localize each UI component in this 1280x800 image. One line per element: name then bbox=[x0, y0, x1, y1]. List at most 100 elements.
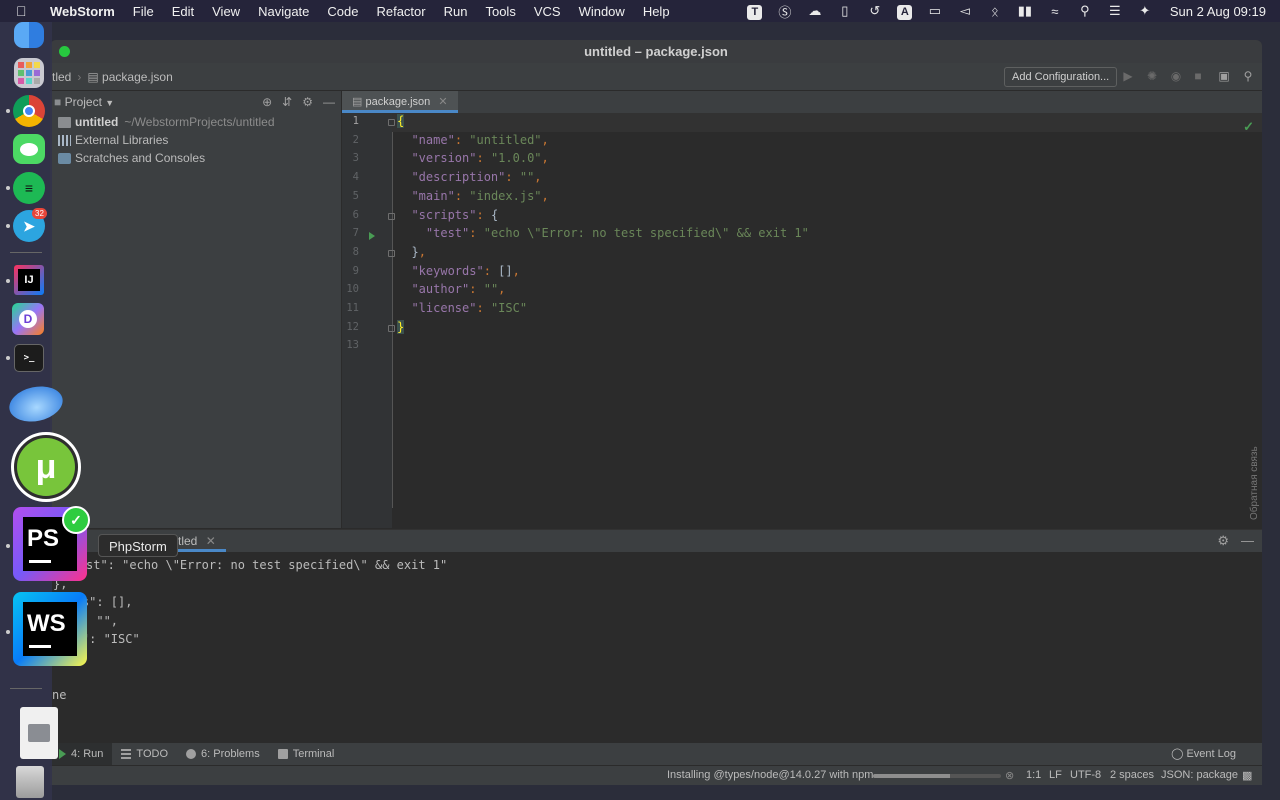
time-machine-icon[interactable]: ↺ bbox=[860, 3, 890, 19]
tree-item-scratches[interactable]: Scratches and Consoles bbox=[50, 149, 341, 167]
lock-icon[interactable]: ▩ bbox=[1242, 769, 1252, 782]
close-tab-icon[interactable]: ✕ bbox=[206, 534, 216, 548]
menu-clock[interactable]: Sun 2 Aug 09:19 bbox=[1170, 4, 1266, 19]
fold-icon[interactable] bbox=[388, 324, 395, 332]
search-everywhere-icon[interactable]: ⚲ bbox=[1240, 69, 1256, 85]
json-schema[interactable]: JSON: package bbox=[1161, 769, 1238, 781]
menu-vcs[interactable]: VCS bbox=[525, 4, 570, 19]
fold-icon[interactable] bbox=[388, 249, 395, 257]
code-line[interactable]: "name": "untitled", bbox=[397, 133, 548, 147]
tool-run[interactable]: 4: Run bbox=[50, 743, 113, 765]
menu-file[interactable]: File bbox=[124, 4, 163, 19]
spotify-icon[interactable]: ≡ bbox=[13, 172, 45, 204]
line-number[interactable]: 11 bbox=[342, 302, 359, 314]
menu-navigate[interactable]: Navigate bbox=[249, 4, 318, 19]
cloud-icon[interactable]: ☁ bbox=[800, 3, 830, 19]
volume-icon[interactable]: ◅ bbox=[950, 3, 980, 19]
line-number[interactable]: 1 bbox=[342, 115, 359, 127]
chrome-icon[interactable] bbox=[13, 95, 45, 127]
menu-help[interactable]: Help bbox=[634, 4, 679, 19]
stop-icon[interactable]: ■ bbox=[1190, 69, 1206, 85]
line-number[interactable]: 3 bbox=[342, 152, 359, 164]
document-icon[interactable] bbox=[20, 707, 58, 759]
spotlight-icon[interactable]: ⚲ bbox=[1070, 3, 1100, 19]
line-number[interactable]: 13 bbox=[342, 339, 359, 351]
feedback-stripe[interactable]: Обратная связь bbox=[1249, 420, 1263, 520]
menu-run[interactable]: Run bbox=[435, 4, 477, 19]
code-line[interactable]: }, bbox=[397, 245, 425, 259]
hide-panel-icon[interactable]: — bbox=[323, 95, 335, 109]
line-number[interactable]: 12 bbox=[342, 321, 359, 333]
trash-icon[interactable] bbox=[16, 766, 44, 798]
fold-icon[interactable] bbox=[388, 119, 395, 126]
terminal-icon[interactable]: >_ bbox=[14, 344, 44, 372]
display-icon[interactable]: ▭ bbox=[920, 3, 950, 19]
code-line[interactable]: "description": "", bbox=[397, 170, 541, 184]
code-line[interactable]: "test": "echo \"Error: no test specified… bbox=[397, 226, 809, 240]
background-task-text[interactable]: Installing @types/node@14.0.27 with npm.… bbox=[667, 769, 883, 781]
webstorm-icon[interactable]: WS bbox=[13, 592, 87, 666]
line-number[interactable]: 4 bbox=[342, 171, 359, 183]
file-encoding[interactable]: UTF-8 bbox=[1070, 769, 1101, 781]
locate-file-icon[interactable]: ⊕ bbox=[262, 95, 272, 109]
window-zoom-button[interactable] bbox=[59, 46, 70, 57]
run-icon[interactable]: ▶ bbox=[1120, 69, 1136, 85]
bluetooth-icon[interactable]: ᛟ bbox=[980, 4, 1010, 19]
code-line[interactable]: "main": "index.js", bbox=[397, 189, 548, 203]
tool-problems[interactable]: 6: Problems bbox=[177, 743, 269, 765]
typora-icon[interactable]: T bbox=[740, 3, 770, 20]
menu-view[interactable]: View bbox=[203, 4, 249, 19]
menu-refactor[interactable]: Refactor bbox=[367, 4, 434, 19]
run-script-icon[interactable] bbox=[369, 232, 375, 241]
tree-item-external-libraries[interactable]: External Libraries bbox=[50, 131, 341, 149]
gear-icon[interactable]: ⚙ bbox=[1217, 533, 1229, 549]
line-number[interactable]: 6 bbox=[342, 209, 359, 221]
code-line[interactable]: "version": "1.0.0", bbox=[397, 151, 548, 165]
wordpress-icon[interactable]: Ⓢ bbox=[770, 2, 800, 21]
project-structure-icon[interactable]: ▣ bbox=[1216, 69, 1232, 85]
line-number[interactable]: 10 bbox=[342, 283, 359, 295]
datagrip-icon[interactable]: D bbox=[12, 303, 44, 335]
window-titlebar[interactable]: untitled – package.json bbox=[50, 40, 1262, 63]
line-separator[interactable]: LF bbox=[1049, 769, 1062, 781]
mouse-icon[interactable]: ▯ bbox=[830, 3, 860, 19]
editor-tab-package-json[interactable]: ▤ package.json ✕ bbox=[342, 91, 458, 113]
cancel-task-icon[interactable]: ⊗ bbox=[1005, 769, 1014, 782]
tree-item-project-root[interactable]: untitled ~/WebstormProjects/untitled bbox=[50, 113, 341, 131]
profile-icon[interactable]: ◉ bbox=[1168, 69, 1184, 85]
debug-icon[interactable]: ✺ bbox=[1144, 69, 1160, 85]
hide-panel-icon[interactable]: — bbox=[1241, 533, 1254, 549]
project-view-selector[interactable]: ■ Project ▼ bbox=[54, 95, 114, 109]
code-line[interactable]: "scripts": { bbox=[397, 208, 498, 222]
breadcrumb-file[interactable]: ▤ package.json bbox=[87, 70, 172, 84]
code-line[interactable]: } bbox=[397, 319, 405, 334]
indent-setting[interactable]: 2 spaces bbox=[1110, 769, 1154, 781]
line-number[interactable]: 5 bbox=[342, 190, 359, 202]
inspection-ok-icon[interactable]: ✓ bbox=[1243, 119, 1254, 135]
menu-code[interactable]: Code bbox=[318, 4, 367, 19]
line-number[interactable]: 8 bbox=[342, 246, 359, 258]
text-input-icon[interactable]: A bbox=[890, 3, 920, 20]
add-configuration-button[interactable]: Add Configuration... bbox=[1004, 67, 1118, 87]
code-line[interactable]: "license": "ISC" bbox=[397, 301, 527, 315]
finder-icon[interactable] bbox=[14, 22, 44, 48]
gear-icon[interactable]: ⚙ bbox=[302, 95, 313, 109]
code-line[interactable]: "keywords": [], bbox=[397, 264, 519, 278]
utorrent-icon[interactable]: μ bbox=[11, 432, 81, 502]
code-line[interactable]: "author": "", bbox=[397, 282, 505, 296]
fold-icon[interactable] bbox=[388, 212, 395, 220]
collapse-all-icon[interactable]: ⇵ bbox=[282, 95, 292, 109]
wifi-icon[interactable]: ≈ bbox=[1040, 4, 1070, 19]
event-log-button[interactable]: ◯ Event Log bbox=[1171, 743, 1236, 765]
siri-icon[interactable]: ✦ bbox=[1130, 3, 1160, 19]
app-menu[interactable]: WebStorm bbox=[38, 4, 124, 19]
control-center-icon[interactable]: ☰ bbox=[1100, 3, 1130, 19]
battery-icon[interactable]: ▮▮ bbox=[1010, 3, 1040, 19]
messages-icon[interactable] bbox=[13, 134, 45, 164]
line-number[interactable]: 2 bbox=[342, 134, 359, 146]
menu-edit[interactable]: Edit bbox=[163, 4, 203, 19]
launchpad-icon[interactable] bbox=[14, 58, 44, 88]
tool-todo[interactable]: TODO bbox=[112, 743, 177, 765]
apple-menu-icon[interactable]:  bbox=[16, 3, 38, 19]
close-tab-icon[interactable]: ✕ bbox=[438, 96, 447, 108]
